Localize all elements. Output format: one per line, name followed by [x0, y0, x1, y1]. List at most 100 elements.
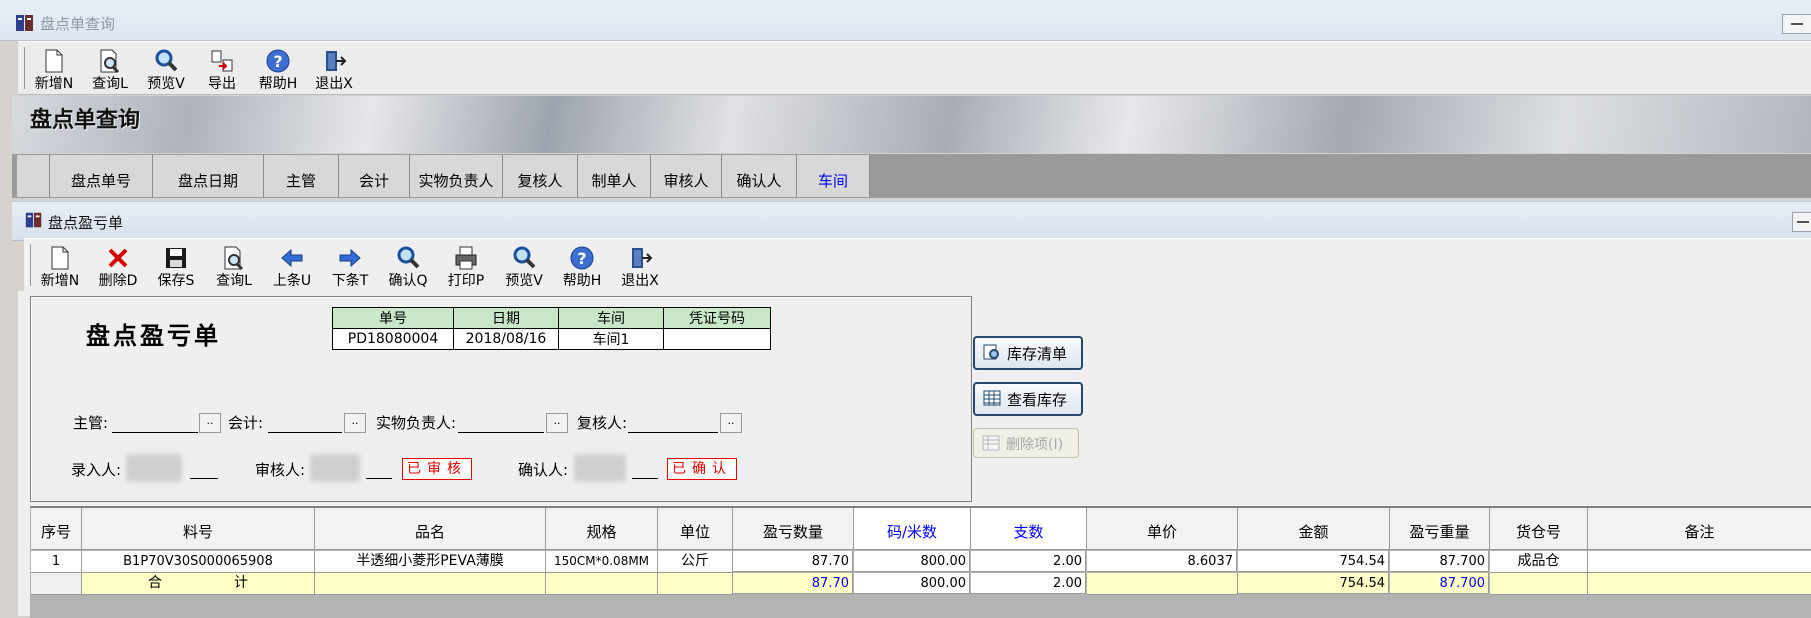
inner-toolbar: 新增N 删除D 保存S 查询L 上条U 下条T 确认Q 打印P 预览V ? 帮助…: [24, 238, 1811, 292]
query-col-header[interactable]: 主管: [264, 155, 339, 197]
table-cell[interactable]: 半透细小菱形PEVA薄膜: [315, 551, 546, 573]
table-cell[interactable]: [1588, 551, 1811, 573]
query-col-header[interactable]: 审核人: [651, 155, 722, 197]
table-cell[interactable]: 754.54: [1238, 551, 1389, 572]
page-banner: 盘点单查询: [12, 96, 1811, 153]
inner-minimize-button[interactable]: [1792, 212, 1811, 232]
table-cell[interactable]: 公斤: [658, 551, 733, 573]
supervisor-label: 主管:: [73, 414, 109, 432]
table-cell[interactable]: 成品仓: [1490, 551, 1588, 573]
grid-header[interactable]: 料号: [82, 508, 315, 550]
grid-header[interactable]: 序号: [31, 508, 82, 550]
table-cell[interactable]: 150CM*0.08MM: [546, 551, 658, 573]
entered-by-label: 录入人:: [71, 461, 122, 479]
query-col-header[interactable]: 车间: [797, 155, 870, 197]
doc-search-icon: [100, 49, 120, 74]
entered-by-underline: [190, 478, 218, 479]
reviewer-field[interactable]: [628, 432, 718, 433]
delete-icon: [108, 248, 128, 268]
grid-header[interactable]: 码/米数: [854, 508, 971, 550]
grid-header[interactable]: 支数: [971, 508, 1087, 550]
grid-header[interactable]: 备注: [1588, 508, 1811, 550]
reviewer-picker-button[interactable]: ..: [720, 413, 742, 433]
page-title: 盘点单查询: [30, 108, 141, 133]
table-cell[interactable]: 800.00: [854, 551, 970, 572]
doc-search-icon: [224, 246, 244, 271]
query-col-header[interactable]: 复核人: [503, 155, 578, 197]
minimize-button[interactable]: [1782, 14, 1811, 34]
outer-help-button[interactable]: ? 帮助H: [250, 44, 306, 92]
print-button[interactable]: 打印P: [438, 241, 494, 289]
outer-query-button[interactable]: 查询L: [82, 44, 138, 92]
toolbar-grip[interactable]: [20, 47, 25, 89]
info-header: 凭证号码: [663, 307, 771, 329]
table-cell[interactable]: 2.00: [971, 551, 1086, 572]
custodian-label: 实物负责人:: [376, 414, 457, 432]
auditor-underline: [366, 478, 392, 479]
outer-window-titlebar: 盘点单查询: [0, 0, 1811, 41]
view-stock-button[interactable]: 查看库存: [973, 382, 1083, 416]
app-icon: [25, 212, 42, 228]
previous-record-button[interactable]: 上条U: [264, 241, 320, 289]
table-cell[interactable]: B1P70V30S000065908: [82, 551, 315, 573]
table-cell[interactable]: 1: [31, 551, 82, 573]
confirm-button[interactable]: 确认Q: [380, 241, 436, 289]
accountant-field[interactable]: [268, 432, 342, 433]
workshop-value[interactable]: 车间1: [558, 328, 664, 350]
table-cell[interactable]: 87.70: [733, 551, 853, 572]
new-doc-icon: [51, 246, 69, 270]
delete-item-button[interactable]: 删除项(I): [973, 428, 1079, 458]
confirmed-stamp: 已确认: [667, 458, 737, 480]
table-cell[interactable]: 8.6037: [1087, 551, 1237, 572]
totals-row-selector[interactable]: [31, 573, 82, 595]
grid-header[interactable]: 品名: [315, 508, 546, 550]
table-cell[interactable]: 87.700: [1390, 551, 1489, 572]
query-col-header[interactable]: 盘点单号: [50, 155, 153, 197]
confirmer-value: [574, 454, 626, 482]
next-record-button[interactable]: 下条T: [322, 241, 378, 289]
grid-header[interactable]: 单价: [1087, 508, 1238, 550]
document-number[interactable]: PD18080004: [332, 328, 454, 350]
preview-button[interactable]: 预览V: [496, 241, 552, 289]
help-icon: ?: [570, 246, 594, 270]
grid-header[interactable]: 盈亏重量: [1390, 508, 1490, 550]
grid-header[interactable]: 单位: [658, 508, 733, 550]
help-button[interactable]: ? 帮助H: [554, 241, 610, 289]
new-doc-icon: [45, 49, 63, 73]
supervisor-picker-button[interactable]: ..: [199, 413, 221, 433]
query-col-header[interactable]: 制单人: [578, 155, 651, 197]
query-button[interactable]: 查询L: [206, 241, 262, 289]
voucher-number[interactable]: [663, 328, 771, 350]
outer-exit-button[interactable]: 退出X: [306, 44, 362, 92]
custodian-field[interactable]: [458, 432, 544, 433]
query-col-header[interactable]: 会计: [339, 155, 410, 197]
query-row-selector[interactable]: [17, 155, 50, 197]
inner-window-title: 盘点盈亏单: [48, 214, 124, 232]
grid-header[interactable]: 货仓号: [1490, 508, 1588, 550]
custodian-picker-button[interactable]: ..: [546, 413, 568, 433]
save-button[interactable]: 保存S: [148, 241, 204, 289]
supervisor-field[interactable]: [112, 432, 198, 433]
document-date[interactable]: 2018/08/16: [453, 328, 559, 350]
magnifier-icon: [155, 49, 178, 72]
grid-header[interactable]: 金额: [1238, 508, 1390, 550]
delete-button[interactable]: 删除D: [90, 241, 146, 289]
query-col-header[interactable]: 实物负责人: [410, 155, 503, 197]
toolbar-grip[interactable]: [26, 244, 31, 286]
table-cell: [658, 573, 733, 595]
exit-button[interactable]: 退出X: [612, 241, 668, 289]
outer-export-button[interactable]: 导出: [194, 44, 250, 92]
delete-item-icon: [982, 435, 1000, 451]
inventory-list-button[interactable]: 库存清单: [973, 336, 1083, 370]
outer-new-button[interactable]: 新增N: [26, 44, 82, 92]
query-col-header[interactable]: 盘点日期: [153, 155, 264, 197]
info-header: 车间: [558, 307, 664, 329]
grid-header[interactable]: 盈亏数量: [733, 508, 854, 550]
totals-label-a: 合: [148, 575, 162, 591]
new-button[interactable]: 新增N: [32, 241, 88, 289]
query-col-header[interactable]: 确认人: [722, 155, 797, 197]
exit-icon: [632, 248, 653, 268]
accountant-picker-button[interactable]: ..: [344, 413, 366, 433]
grid-header[interactable]: 规格: [546, 508, 658, 550]
outer-preview-button[interactable]: 预览V: [138, 44, 194, 92]
